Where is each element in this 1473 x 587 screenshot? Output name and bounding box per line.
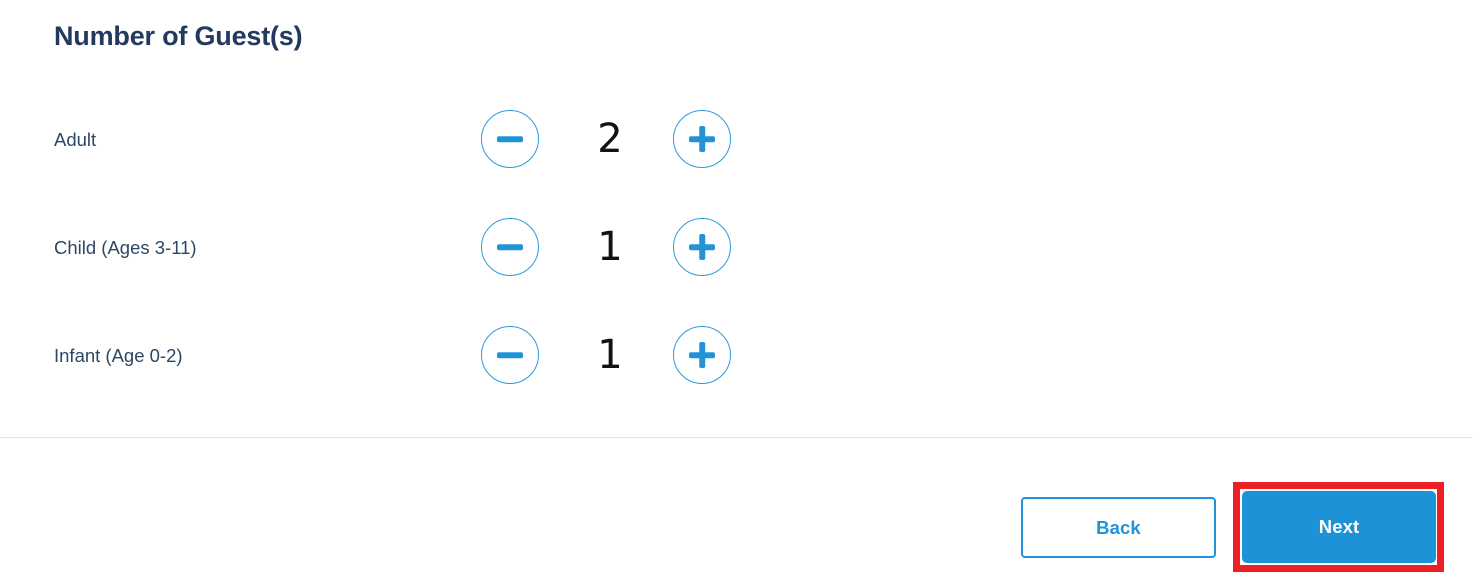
plus-icon-vertical	[699, 234, 705, 260]
quantity-stepper-adult: 2	[481, 110, 733, 170]
page-title: Number of Guest(s)	[54, 21, 303, 51]
table-row: Adult 2	[0, 110, 1473, 170]
increment-button-infant[interactable]	[673, 326, 731, 384]
minus-icon	[497, 136, 523, 142]
increment-button-adult[interactable]	[673, 110, 731, 168]
guest-type-label-child: Child (Ages 3-11)	[54, 237, 197, 258]
next-button-container: Next	[1233, 482, 1444, 572]
quantity-value-adult: 2	[597, 116, 623, 162]
plus-icon-vertical	[699, 126, 705, 152]
table-row: Infant (Age 0-2) 1	[0, 326, 1473, 386]
quantity-stepper-child: 1	[481, 218, 733, 278]
quantity-value-child: 1	[597, 224, 623, 270]
guest-type-label-infant: Infant (Age 0-2)	[54, 345, 183, 366]
quantity-stepper-infant: 1	[481, 326, 733, 386]
increment-button-child[interactable]	[673, 218, 731, 276]
plus-icon-vertical	[699, 342, 705, 368]
footer-actions: Back Next	[0, 437, 1473, 587]
back-button[interactable]: Back	[1021, 497, 1216, 558]
table-row: Child (Ages 3-11) 1	[0, 218, 1473, 278]
minus-icon	[497, 244, 523, 250]
guest-type-label-adult: Adult	[54, 129, 97, 150]
decrement-button-child[interactable]	[481, 218, 539, 276]
quantity-value-infant: 1	[597, 332, 623, 378]
decrement-button-adult[interactable]	[481, 110, 539, 168]
guest-count-page: Number of Guest(s) Adult 2 Child (Ages 3…	[0, 0, 1473, 587]
next-button[interactable]: Next	[1242, 491, 1436, 563]
minus-icon	[497, 352, 523, 358]
decrement-button-infant[interactable]	[481, 326, 539, 384]
